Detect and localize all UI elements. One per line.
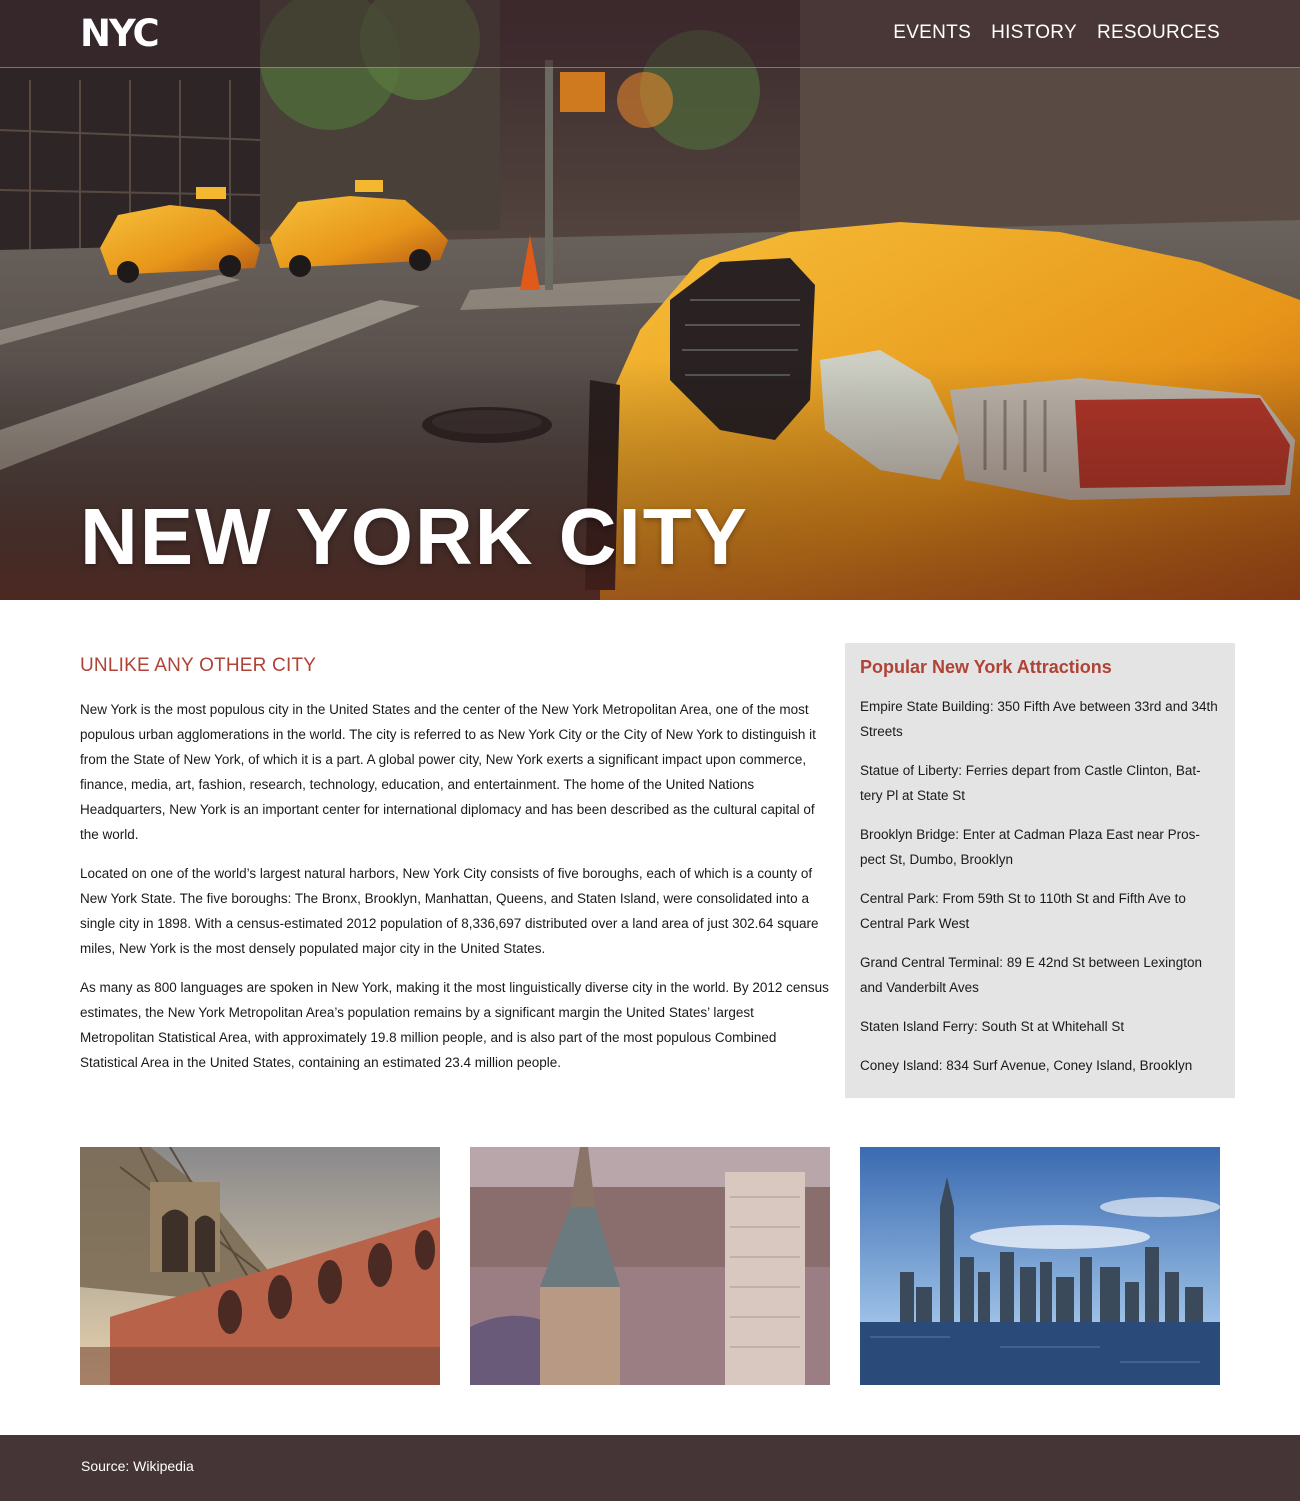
top-navbar: NYC EVENTS HISTORY RESOURCES	[0, 0, 1300, 68]
central-park-aerial-photo	[470, 1147, 830, 1385]
article-paragraph: New York is the most populous city in th…	[80, 702, 816, 842]
attraction-item: Brooklyn Bridge: Enter at Cadman Plaza E…	[860, 827, 1200, 867]
sidebar-heading: Popular New York Attractions	[860, 657, 1112, 677]
attraction-item: Central Park: From 59th St to 110th St a…	[860, 891, 1186, 931]
nyc-logo[interactable]: NYC	[80, 15, 186, 53]
article-paragraph: As many as 800 languages are spoken in N…	[80, 980, 829, 1070]
nav-history-link[interactable]: HISTORY	[991, 22, 1077, 44]
attraction-item: Empire State Building: 350 Fifth Ave bet…	[860, 699, 1218, 739]
attraction-item: Grand Central Terminal: 89 E 42nd St bet…	[860, 955, 1202, 995]
footer-source: Source: Wikipedia	[81, 1458, 194, 1474]
manhattan-skyline-photo	[860, 1147, 1220, 1385]
hero-title: NEW YORK CITY	[80, 492, 750, 581]
main-article: UNLIKE ANY OTHER CITY New York is the mo…	[80, 655, 830, 1089]
attraction-item: Statue of Liberty: Ferries depart from C…	[860, 763, 1201, 803]
article-paragraph: Located on one of the world’s largest na…	[80, 866, 819, 956]
attraction-item: Staten Island Ferry: South St at Whiteha…	[860, 1019, 1125, 1034]
main-nav: EVENTS HISTORY RESOURCES	[893, 22, 1220, 44]
article-heading: UNLIKE ANY OTHER CITY	[80, 655, 317, 676]
nav-events-link[interactable]: EVENTS	[893, 22, 971, 44]
page-footer: Source: Wikipedia	[0, 1435, 1300, 1501]
attractions-sidebar: Popular New York Attractions Empire Stat…	[845, 643, 1235, 1098]
nav-resources-link[interactable]: RESOURCES	[1097, 22, 1220, 44]
hero-banner: NYC EVENTS HISTORY RESOURCES NEW YORK CI…	[0, 0, 1300, 600]
brooklyn-bridge-photo	[80, 1147, 440, 1385]
attraction-item: Coney Island: 834 Surf Avenue, Coney Isl…	[860, 1058, 1193, 1073]
